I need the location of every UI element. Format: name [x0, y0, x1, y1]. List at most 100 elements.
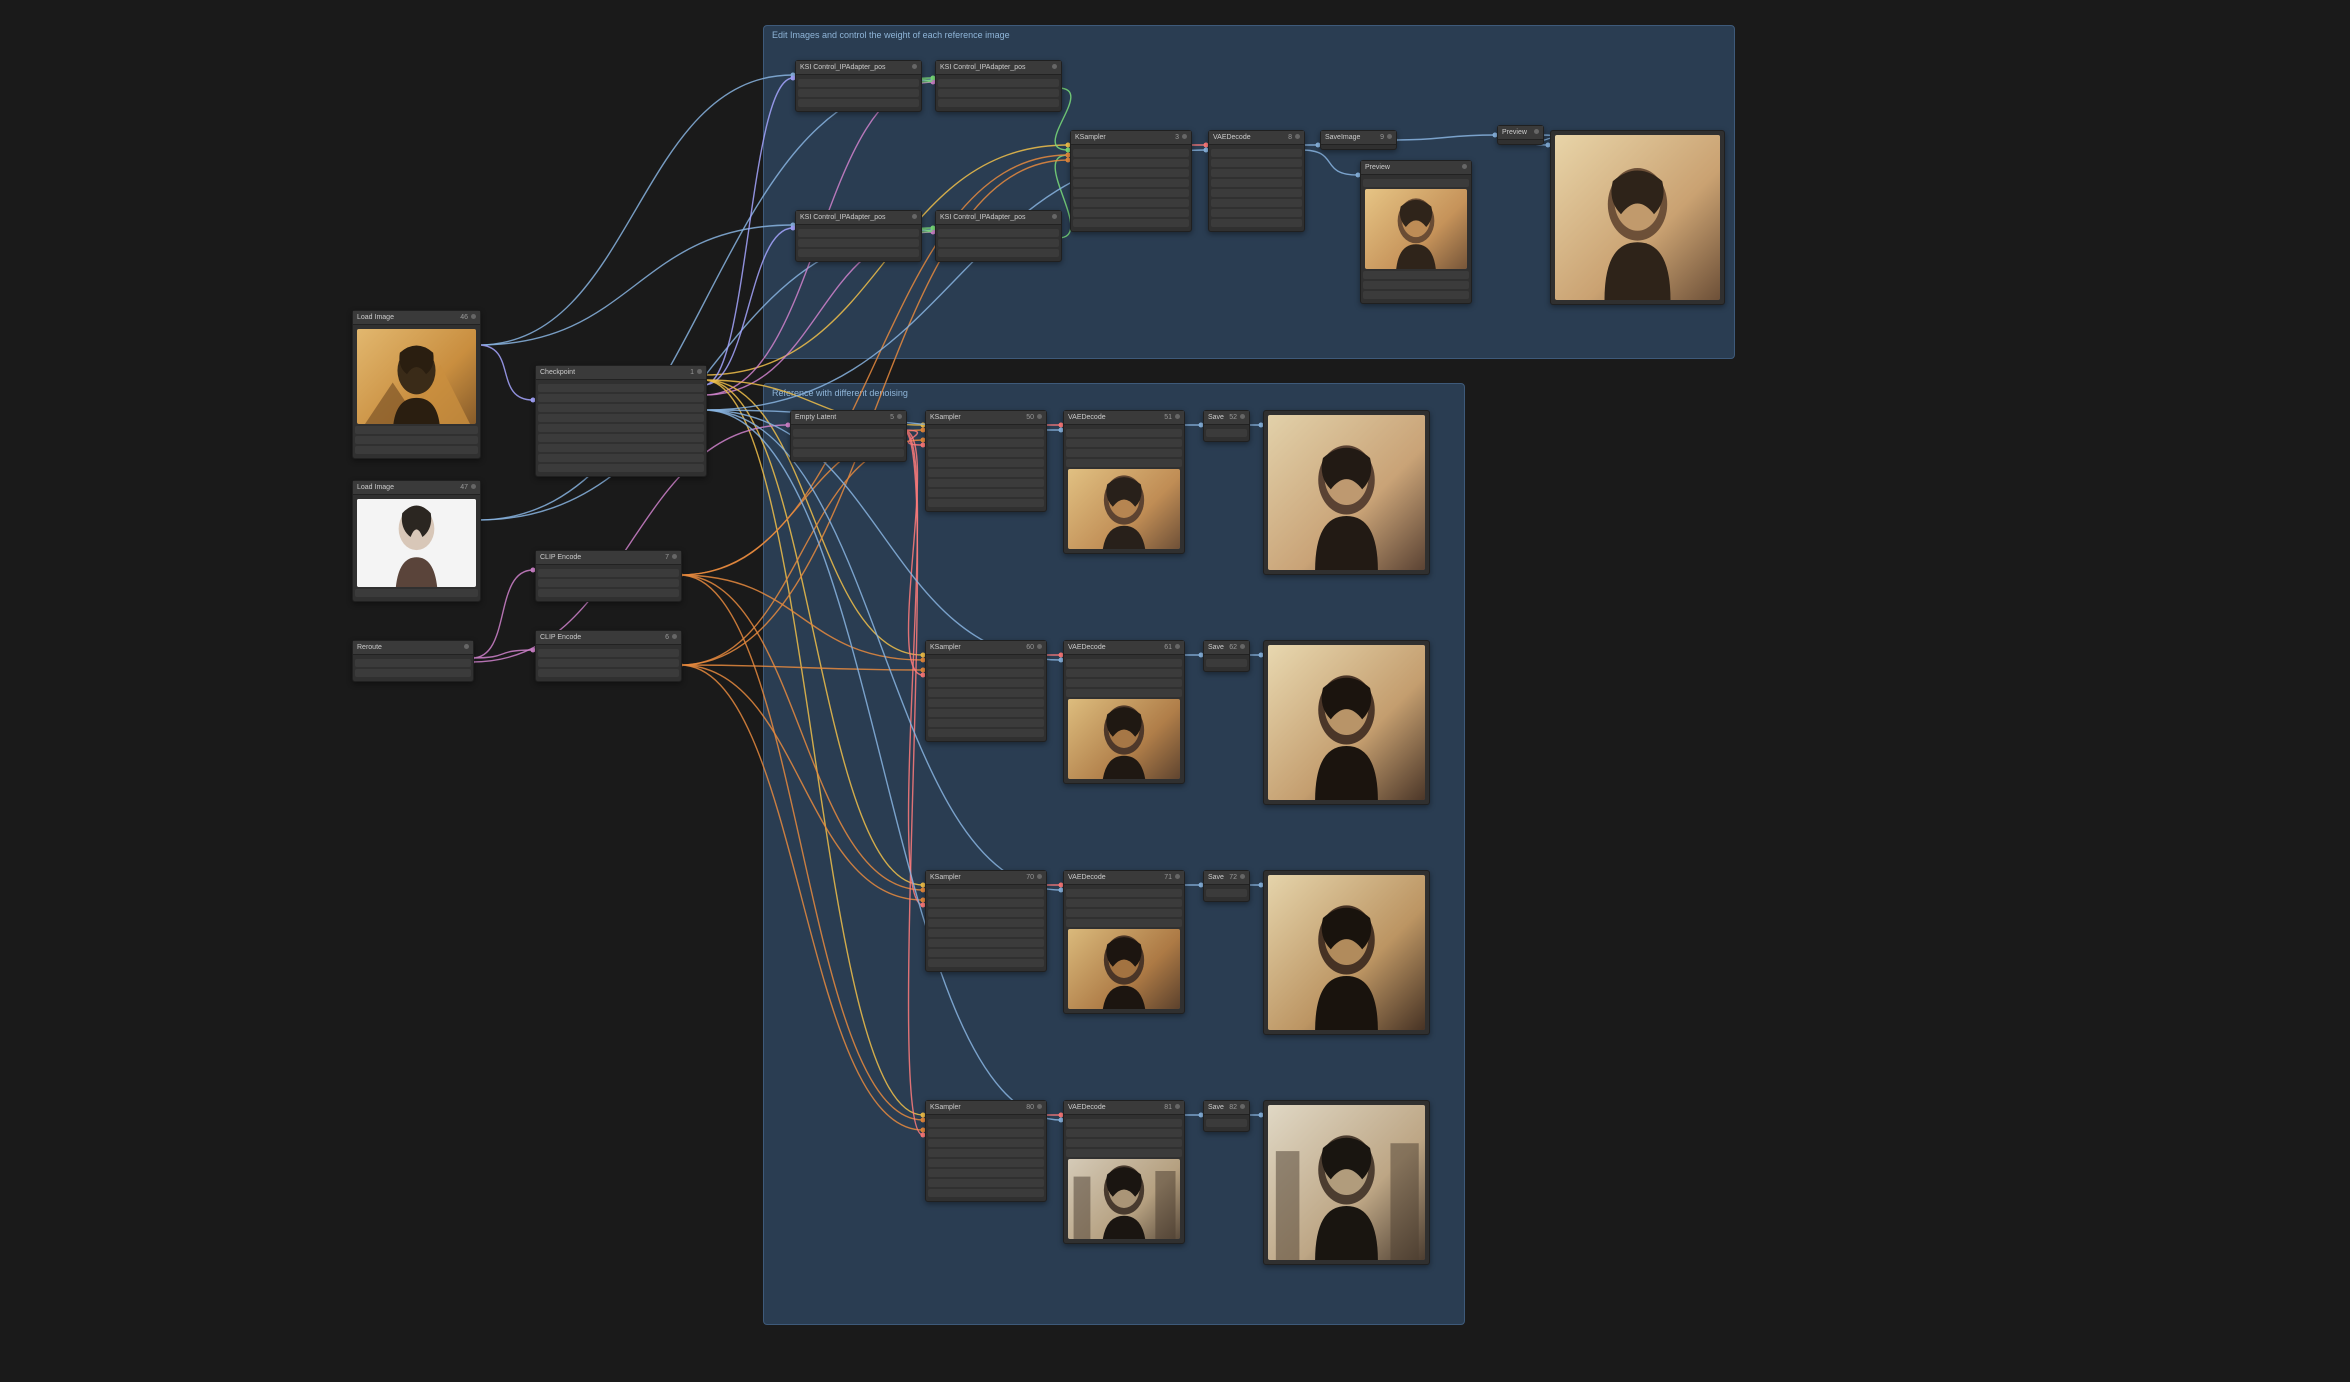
node-field[interactable]: [1073, 149, 1189, 157]
node-field[interactable]: [798, 239, 919, 247]
node-header[interactable]: KSampler 3: [1071, 131, 1191, 145]
node-field[interactable]: [793, 449, 904, 457]
node-header[interactable]: Save 72: [1204, 871, 1249, 885]
node-field[interactable]: [538, 579, 679, 587]
node-field[interactable]: [1066, 669, 1182, 677]
node-field[interactable]: [1363, 179, 1469, 187]
node-field[interactable]: [938, 89, 1059, 97]
node-field[interactable]: [1211, 199, 1302, 207]
node-field[interactable]: [928, 429, 1044, 437]
node-field[interactable]: [798, 229, 919, 237]
node-field[interactable]: [1066, 899, 1182, 907]
node-field[interactable]: [1211, 179, 1302, 187]
node-header[interactable]: KSI Control_IPAdapter_pos: [936, 211, 1061, 225]
node-field[interactable]: [928, 889, 1044, 897]
node-header[interactable]: VAEDecode 81: [1064, 1101, 1184, 1115]
node-field[interactable]: [928, 959, 1044, 967]
node-n_vd1[interactable]: VAEDecode 8: [1208, 130, 1305, 232]
node-field[interactable]: [355, 426, 478, 434]
node-field[interactable]: [938, 239, 1059, 247]
node-field[interactable]: [1073, 199, 1189, 207]
node-field[interactable]: [928, 929, 1044, 937]
node-field[interactable]: [928, 499, 1044, 507]
node-field[interactable]: [798, 79, 919, 87]
node-n_ks1[interactable]: KSampler 3: [1070, 130, 1192, 232]
node-n_vdC[interactable]: VAEDecode 71: [1063, 870, 1185, 1014]
node-n_src1[interactable]: Load Image 46: [352, 310, 481, 459]
node-field[interactable]: [1073, 189, 1189, 197]
node-n_BigC[interactable]: [1263, 870, 1430, 1035]
node-field[interactable]: [1211, 169, 1302, 177]
node-field[interactable]: [793, 439, 904, 447]
node-field[interactable]: [928, 949, 1044, 957]
node-field[interactable]: [538, 384, 704, 392]
node-field[interactable]: [538, 589, 679, 597]
node-field[interactable]: [928, 1159, 1044, 1167]
node-header[interactable]: Preview: [1498, 126, 1543, 140]
image-preview[interactable]: [1555, 135, 1720, 300]
node-field[interactable]: [1066, 679, 1182, 687]
node-field[interactable]: [355, 669, 471, 677]
node-n_vdD[interactable]: VAEDecode 81: [1063, 1100, 1185, 1244]
node-field[interactable]: [1206, 429, 1247, 437]
node-field[interactable]: [928, 439, 1044, 447]
image-preview[interactable]: [357, 499, 476, 587]
node-field[interactable]: [928, 1189, 1044, 1197]
node-field[interactable]: [928, 709, 1044, 717]
node-field[interactable]: [1206, 889, 1247, 897]
node-header[interactable]: CLIP Encode 6: [536, 631, 681, 645]
node-field[interactable]: [1073, 209, 1189, 217]
node-field[interactable]: [1066, 919, 1182, 927]
node-field[interactable]: [928, 1119, 1044, 1127]
node-field[interactable]: [538, 424, 704, 432]
node-field[interactable]: [355, 436, 478, 444]
node-field[interactable]: [1211, 149, 1302, 157]
node-field[interactable]: [928, 449, 1044, 457]
node-header[interactable]: VAEDecode 8: [1209, 131, 1304, 145]
node-field[interactable]: [538, 649, 679, 657]
node-field[interactable]: [938, 249, 1059, 257]
node-field[interactable]: [928, 1169, 1044, 1177]
image-preview[interactable]: [1268, 415, 1425, 570]
node-graph-canvas[interactable]: Edit Images and control the weight of ea…: [0, 0, 2350, 1382]
node-field[interactable]: [938, 99, 1059, 107]
node-field[interactable]: [538, 404, 704, 412]
node-header[interactable]: VAEDecode 71: [1064, 871, 1184, 885]
node-n_p1[interactable]: Preview: [1360, 160, 1472, 304]
node-field[interactable]: [1066, 659, 1182, 667]
node-header[interactable]: SaveImage 9: [1321, 131, 1396, 145]
node-field[interactable]: [938, 229, 1059, 237]
node-header[interactable]: VAEDecode 51: [1064, 411, 1184, 425]
node-field[interactable]: [1066, 1139, 1182, 1147]
node-field[interactable]: [1066, 449, 1182, 457]
node-header[interactable]: Load Image 47: [353, 481, 480, 495]
node-field[interactable]: [928, 689, 1044, 697]
node-field[interactable]: [1363, 281, 1469, 289]
node-header[interactable]: Reroute: [353, 641, 473, 655]
node-field[interactable]: [1073, 159, 1189, 167]
node-n_BigA[interactable]: [1263, 410, 1430, 575]
node-n_ckpt[interactable]: Checkpoint 1: [535, 365, 707, 477]
node-field[interactable]: [928, 909, 1044, 917]
node-field[interactable]: [928, 479, 1044, 487]
node-field[interactable]: [355, 659, 471, 667]
node-n_sv1[interactable]: SaveImage 9: [1320, 130, 1397, 150]
node-field[interactable]: [1073, 179, 1189, 187]
node-n_svC[interactable]: Save 72: [1203, 870, 1250, 902]
node-field[interactable]: [1363, 271, 1469, 279]
node-field[interactable]: [928, 1129, 1044, 1137]
node-field[interactable]: [928, 729, 1044, 737]
node-field[interactable]: [928, 899, 1044, 907]
node-n_neg[interactable]: CLIP Encode 7: [535, 550, 682, 602]
node-header[interactable]: Save 62: [1204, 641, 1249, 655]
node-n_BigD[interactable]: [1263, 1100, 1430, 1265]
node-field[interactable]: [538, 434, 704, 442]
node-n_ksA[interactable]: KSampler 50: [925, 410, 1047, 512]
node-n_latA[interactable]: Empty Latent 5: [790, 410, 907, 462]
node-field[interactable]: [928, 699, 1044, 707]
node-field[interactable]: [793, 429, 904, 437]
node-header[interactable]: KSI Control_IPAdapter_pos: [796, 211, 921, 225]
node-header[interactable]: KSampler 50: [926, 411, 1046, 425]
node-n_ipD[interactable]: KSI Control_IPAdapter_pos: [935, 210, 1062, 262]
node-n_svA[interactable]: Save 52: [1203, 410, 1250, 442]
